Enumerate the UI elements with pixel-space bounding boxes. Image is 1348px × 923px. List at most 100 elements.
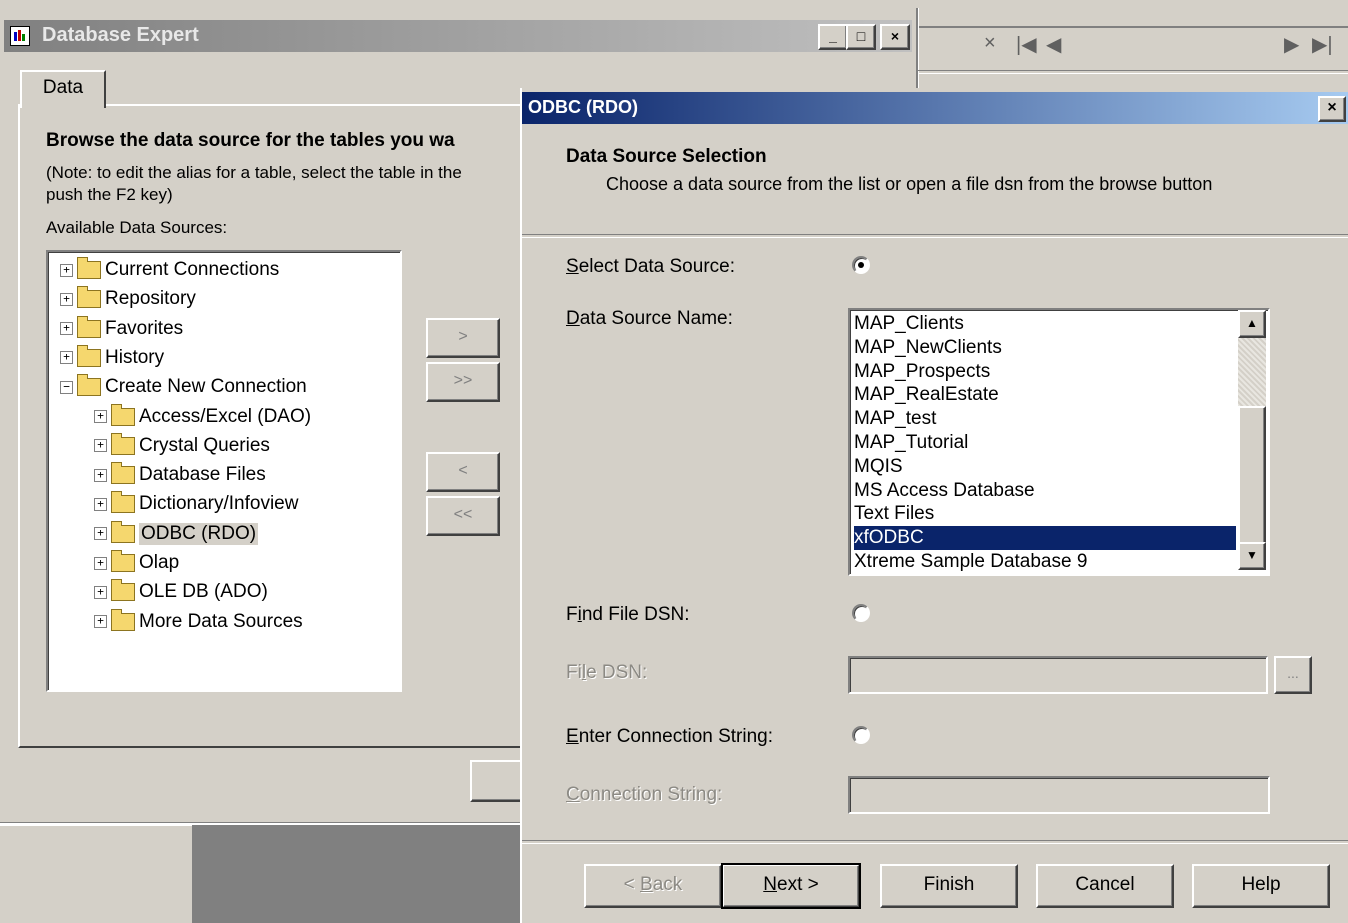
tree-item-label: Crystal Queries — [139, 434, 270, 456]
folder-icon — [77, 344, 101, 367]
expand-icon[interactable]: + — [94, 527, 107, 541]
file-dsn-label: File DSN: — [566, 662, 648, 683]
data-source-selection-subheading: Choose a data source from the list or op… — [606, 174, 1213, 194]
tree-item[interactable]: − Create New Connection — [60, 373, 307, 401]
find-file-dsn-radio[interactable] — [852, 604, 870, 622]
tree-item[interactable]: + History — [60, 344, 164, 372]
minimize-button[interactable]: _ — [818, 24, 848, 50]
dsn-list-item[interactable]: MAP_Prospects — [854, 360, 1236, 384]
dsn-list-item[interactable]: MAP_RealEstate — [854, 383, 1236, 407]
dsn-list-item[interactable]: Xtreme Sample Database 9 — [854, 550, 1236, 574]
stop-icon[interactable]: × — [984, 32, 996, 55]
connection-string-text: onnection String: — [579, 784, 723, 805]
scroll-down-icon[interactable]: ▼ — [1238, 542, 1266, 570]
maximize-button[interactable]: □ — [846, 24, 876, 50]
database-expert-title: Database Expert — [42, 24, 199, 46]
remove-button[interactable]: < — [426, 452, 500, 492]
expand-icon[interactable]: + — [94, 410, 107, 423]
tree-item-label: History — [105, 346, 165, 368]
dsn-list-item[interactable]: xfODBC — [853, 525, 1237, 552]
expand-icon[interactable]: + — [94, 556, 107, 570]
expand-icon[interactable]: + — [94, 497, 107, 511]
dsn-list-item[interactable]: MQIS — [854, 455, 1236, 479]
dsn-list-item[interactable]: MAP_test — [854, 407, 1236, 431]
note-line-2: push the F2 key) — [46, 185, 173, 204]
nav-bottom-line — [918, 70, 1348, 74]
folder-icon — [111, 462, 135, 485]
next-page-icon[interactable]: ▶ — [1284, 32, 1299, 57]
tree-item[interactable]: + Repository — [60, 285, 196, 313]
connection-string-input[interactable] — [848, 776, 1270, 814]
dsn-list-scrollbar[interactable]: ▲ ▼ — [1238, 310, 1266, 570]
expand-icon[interactable]: + — [60, 292, 73, 306]
browse-heading: Browse the data source for the tables yo… — [46, 130, 455, 151]
back-button[interactable]: < Back — [584, 864, 722, 908]
tree-item[interactable]: + Favorites — [60, 315, 183, 343]
tree-item[interactable]: + ODBC (RDO) — [94, 520, 259, 548]
expand-icon[interactable]: + — [94, 439, 107, 453]
expand-icon[interactable]: + — [60, 322, 73, 336]
select-data-source-label: Select Data Source: — [566, 256, 735, 277]
folder-icon — [77, 374, 101, 397]
add-all-button[interactable]: >> — [426, 362, 500, 402]
tree-item-label: More Data Sources — [139, 610, 303, 632]
select-data-source-radio[interactable] — [852, 256, 870, 274]
data-sources-tree[interactable]: + Current Connections + Repository + Favorite… — [46, 250, 402, 692]
dsn-list-item[interactable]: MAP_NewClients — [854, 336, 1236, 360]
header-separator — [522, 234, 1348, 238]
data-source-selection-heading: Data Source Selection — [566, 146, 767, 167]
expand-icon[interactable]: + — [60, 351, 73, 365]
tree-item[interactable]: + OLE DB (ADO) — [94, 578, 268, 606]
odbc-dialog-title: ODBC (RDO) — [528, 97, 638, 117]
tree-item[interactable]: + Dictionary/Infoview — [94, 490, 298, 518]
folder-icon — [111, 432, 135, 455]
expand-icon[interactable]: + — [60, 263, 73, 277]
footer-separator — [522, 840, 1348, 844]
folder-icon — [111, 550, 135, 572]
select-data-source-text: elect Data Source: — [578, 256, 735, 277]
last-page-icon[interactable]: ▶| — [1312, 32, 1333, 57]
expand-icon[interactable]: + — [94, 468, 107, 482]
dsn-list-item[interactable]: MAP_Clients — [854, 312, 1236, 336]
tab-data[interactable]: Data — [20, 70, 106, 108]
dsn-list-item[interactable]: MS Access Database — [854, 479, 1236, 503]
data-source-name-list[interactable]: MAP_Clients MAP_NewClients MAP_Prospects MA… — [848, 308, 1270, 576]
first-page-icon[interactable]: |◀ — [1016, 32, 1037, 57]
folder-icon — [111, 608, 135, 631]
tree-item-label: ODBC (RDO) — [139, 522, 259, 545]
cancel-button[interactable]: Cancel — [1036, 864, 1174, 908]
odbc-dialog-titlebar — [522, 92, 1348, 124]
browse-file-dsn-button[interactable]: ... — [1274, 656, 1312, 694]
folder-icon — [111, 403, 135, 426]
tree-item[interactable]: + Current Connections — [60, 256, 279, 284]
tree-item[interactable]: + Crystal Queries — [94, 432, 270, 460]
previous-page-icon[interactable]: ◀ — [1046, 32, 1061, 57]
scroll-up-icon[interactable]: ▲ — [1238, 310, 1266, 338]
add-button[interactable]: > — [426, 318, 500, 358]
remove-all-button[interactable]: << — [426, 496, 500, 536]
scroll-thumb[interactable] — [1238, 406, 1266, 546]
tree-item[interactable]: + Olap — [94, 549, 179, 577]
tree-item[interactable]: + Database Files — [94, 461, 266, 489]
tree-item-label: Create New Connection — [105, 376, 307, 398]
tree-item-label: Olap — [139, 552, 180, 573]
tree-item-label: Repository — [105, 288, 196, 310]
dsn-list-item[interactable]: Text Files — [854, 502, 1236, 526]
next-button[interactable]: Next > — [721, 863, 861, 909]
enter-connection-string-radio[interactable] — [852, 726, 870, 744]
collapse-icon[interactable]: − — [60, 380, 73, 394]
close-button[interactable]: × — [880, 24, 910, 50]
find-file-dsn-label: Find File DSN: — [566, 604, 690, 625]
tree-item[interactable]: + Access/Excel (DAO) — [94, 403, 311, 431]
help-button[interactable]: Help — [1192, 864, 1330, 908]
dialog-close-button[interactable]: × — [1318, 96, 1346, 122]
tree-item[interactable]: + More Data Sources — [94, 608, 303, 636]
expand-icon[interactable]: + — [94, 585, 107, 599]
finish-button[interactable]: Finish — [880, 864, 1018, 908]
file-dsn-input[interactable] — [848, 656, 1268, 694]
dsn-list-item[interactable]: MAP_Tutorial — [854, 431, 1236, 455]
connection-string-label: Connection String: — [566, 784, 723, 805]
expand-icon[interactable]: + — [94, 615, 107, 629]
tree-item-label: Database Files — [139, 464, 266, 486]
dark-panel — [192, 825, 522, 923]
